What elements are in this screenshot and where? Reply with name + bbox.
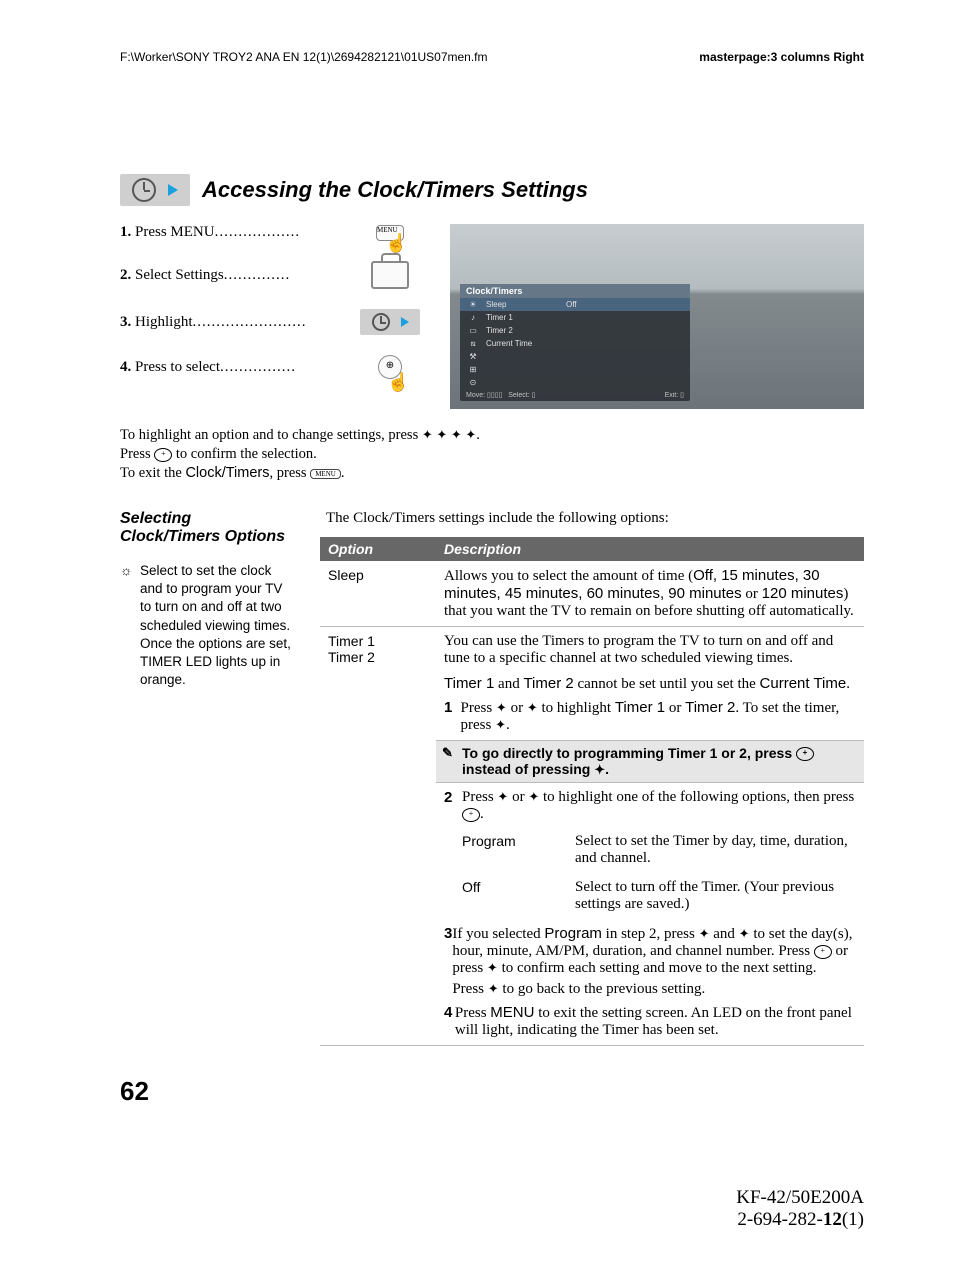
hand-press-enter-icon: ⊕: [378, 355, 402, 379]
down-arrow-icon: ✦: [527, 700, 538, 715]
enter-button-icon: +: [462, 808, 480, 822]
tip-text: Select to set the clock and to program y…: [140, 562, 295, 690]
step-row: 1. Press MENU.................. MENU: [120, 224, 420, 241]
enter-button-icon: +: [814, 945, 832, 959]
enter-button-icon: +: [796, 747, 814, 761]
page-number: 62: [120, 1076, 864, 1107]
clock-icon: [132, 178, 156, 202]
sidebar-title: Selecting Clock/Timers Options: [120, 510, 295, 546]
options-table: Option Description Sleep Allows you to s…: [320, 537, 864, 1046]
step-row: 3. Highlight........................: [120, 309, 420, 335]
section-title: Accessing the Clock/Timers Settings: [202, 177, 588, 203]
toolbox-icon: [371, 261, 409, 289]
option-timers: Timer 1 Timer 2: [320, 627, 436, 1046]
clock-badge-icon: [120, 174, 190, 206]
desc-sleep: Allows you to select the amount of time …: [436, 561, 864, 627]
screenshot-osd: Clock/Timers ☀SleepOff ♪Timer 1 ▭Timer 2…: [450, 224, 864, 409]
option-sleep: Sleep: [320, 561, 436, 627]
step-row: 4. Press to select................ ⊕: [120, 355, 420, 379]
triangle-right-icon: [168, 184, 178, 196]
step-row: 2. Select Settings..............: [120, 261, 420, 289]
desc-timers: You can use the Timers to program the TV…: [436, 627, 864, 1046]
instruction-notes: To highlight an option and to change set…: [120, 427, 864, 482]
tip-block: ☼ Select to set the clock and to program…: [120, 562, 295, 690]
file-path: F:\Worker\SONY TROY2 ANA EN 12(1)\269428…: [120, 50, 488, 64]
menu-button-icon: MENU: [310, 469, 341, 479]
arrows-icon: ✦ ✦ ✦ ✦: [422, 427, 476, 442]
right-arrow-icon: ✦: [495, 717, 506, 732]
footer: KF-42/50E200A 2-694-282-12(1): [120, 1187, 864, 1231]
note-bar: ✎ To go directly to programming Timer 1 …: [436, 740, 864, 783]
masterpage-label: masterpage:3 columns Right: [699, 50, 864, 64]
up-arrow-icon: ✦: [496, 700, 507, 715]
col-option: Option: [320, 537, 436, 561]
lightbulb-icon: ☼: [120, 562, 134, 690]
hand-press-menu-icon: MENU: [376, 225, 404, 241]
enter-button-icon: +: [154, 448, 172, 462]
pencil-icon: ✎: [442, 745, 453, 761]
header-bar: F:\Worker\SONY TROY2 ANA EN 12(1)\269428…: [120, 50, 864, 64]
steps-list: 1. Press MENU.................. MENU 2. …: [120, 224, 420, 409]
col-description: Description: [436, 537, 864, 561]
section-heading: Accessing the Clock/Timers Settings: [120, 174, 864, 206]
clock-highlight-icon: [360, 309, 420, 335]
intro-text: The Clock/Timers settings include the fo…: [326, 510, 864, 527]
